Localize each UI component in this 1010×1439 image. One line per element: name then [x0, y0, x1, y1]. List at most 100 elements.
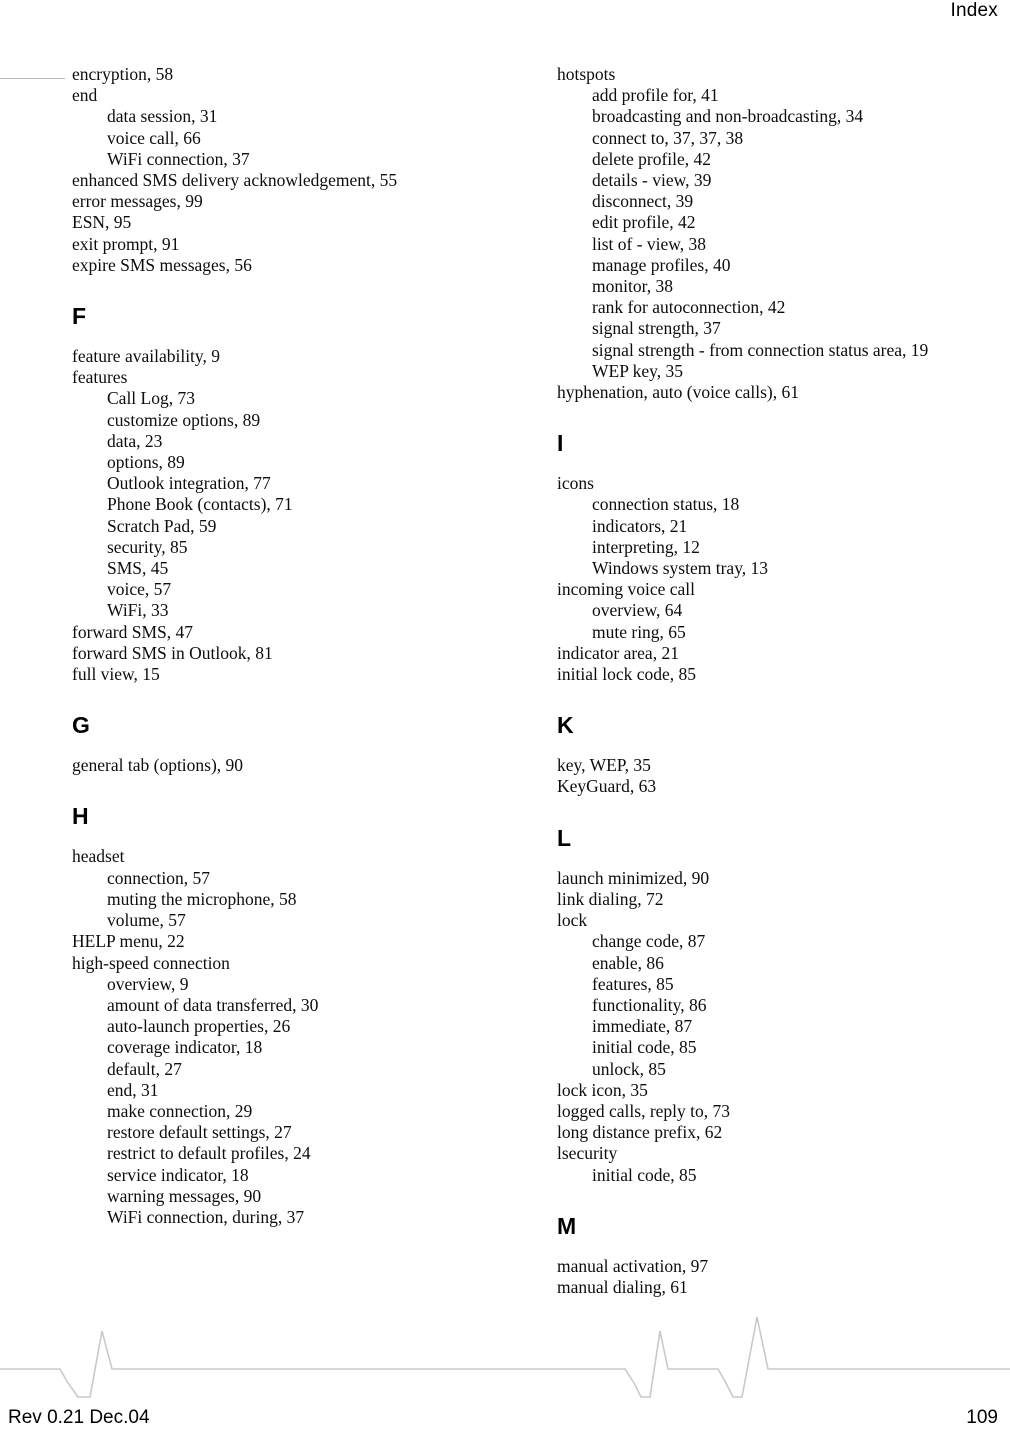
index-subentry: volume, 57	[107, 910, 186, 931]
index-subentry: default, 27	[107, 1058, 182, 1079]
index-column-left: encryption, 58 end data session, 31 voice c…	[72, 64, 512, 1228]
index-entry: lock	[557, 910, 588, 931]
index-subentry: manage profiles, 40	[592, 254, 731, 275]
index-subentry: warning messages, 90	[107, 1185, 262, 1206]
index-subentry: muting the microphone, 58	[107, 888, 297, 909]
index-subentry: Windows system tray, 13	[592, 558, 769, 579]
index-entry: initial lock code, 85	[557, 664, 696, 685]
index-section: hotspots add profile for, 41 broadcasting …	[557, 64, 997, 403]
index-entry: ESN, 95	[72, 212, 132, 233]
section-letter-g: G	[72, 712, 90, 739]
index-entry: lsecurity	[557, 1143, 618, 1164]
index-entry: manual dialing, 61	[557, 1276, 688, 1297]
page-number: 109	[966, 1407, 998, 1428]
index-entry: KeyGuard, 63	[557, 776, 657, 797]
index-subentry: end, 31	[107, 1079, 159, 1100]
index-subentry: customize options, 89	[107, 409, 261, 430]
index-subentry: broadcasting and non-broadcasting, 34	[592, 106, 864, 127]
index-subentry: security, 85	[107, 536, 188, 557]
index-subentry: connection status, 18	[592, 494, 740, 515]
index-subentry: overview, 9	[107, 973, 189, 994]
index-subentry: initial code, 85	[592, 1037, 697, 1058]
index-entry: encryption, 58	[72, 64, 174, 84]
index-subentry: voice call, 66	[107, 127, 201, 148]
index-subentry: coverage indicator, 18	[107, 1037, 263, 1058]
index-subentry: delete profile, 42	[592, 148, 712, 169]
index-entry: long distance prefix, 62	[557, 1122, 723, 1143]
index-section: Mmanual activation, 97 manual dialing, 61	[557, 1214, 997, 1298]
index-entry: manual activation, 97	[557, 1255, 709, 1276]
index-entry: high-speed connection	[72, 952, 230, 973]
index-subentry: monitor, 38	[592, 276, 673, 297]
index-subentry: enable, 86	[592, 952, 664, 973]
index-entry: general tab (options), 90	[72, 755, 244, 776]
index-subentry: restore default settings, 27	[107, 1122, 292, 1143]
index-subentry: amount of data transferred, 30	[107, 994, 319, 1015]
index-subentry: WEP key, 35	[592, 360, 684, 381]
index-subentry: interpreting, 12	[592, 536, 700, 557]
index-section: Llaunch minimized, 90 link dialing, 72 loc…	[557, 824, 997, 1186]
index-subentry: service indicator, 18	[107, 1164, 249, 1185]
page-header: Index	[0, 0, 1010, 30]
index-subentry: indicators, 21	[592, 515, 688, 536]
index-entry: error messages, 99	[72, 191, 203, 212]
index-entry: incoming voice call	[557, 579, 696, 600]
index-section: Ggeneral tab (options), 90	[72, 714, 512, 776]
index-subentry: disconnect, 39	[592, 191, 694, 212]
page-title: Index	[950, 0, 998, 21]
index-subentry: features, 85	[592, 973, 674, 994]
index-subentry: Outlook integration, 77	[107, 473, 271, 494]
index-subentry: functionality, 86	[592, 994, 707, 1015]
index-entry: forward SMS, 47	[72, 621, 194, 642]
index-subentry: options, 89	[107, 452, 185, 473]
index-entry: exit prompt, 91	[72, 233, 180, 254]
index-subentry: WiFi connection, 37	[107, 148, 250, 169]
decorative-waveform	[0, 1316, 1010, 1398]
index-subentry: Phone Book (contacts), 71	[107, 494, 293, 515]
index-entry: enhanced SMS delivery acknowledgement, 5…	[72, 170, 398, 191]
index-entry: features	[72, 367, 128, 388]
index-section: encryption, 58 end data session, 31 voice c…	[72, 64, 512, 276]
index-subentry: voice, 57	[107, 579, 172, 600]
index-entry: indicator area, 21	[557, 642, 679, 663]
index-entry: HELP menu, 22	[72, 931, 185, 952]
index-entry: logged calls, reply to, 73	[557, 1100, 731, 1121]
index-entry: headset	[72, 846, 125, 867]
index-entry: launch minimized, 90	[557, 867, 710, 888]
index-subentry: list of - view, 38	[592, 233, 707, 254]
index-entry: hyphenation, auto (voice calls), 61	[557, 382, 800, 403]
index-subentry: rank for autoconnection, 42	[592, 297, 786, 318]
index-subentry: data, 23	[107, 430, 163, 451]
index-subentry: add profile for, 41	[592, 85, 719, 106]
index-entry: key, WEP, 35	[557, 755, 651, 776]
index-subentry: make connection, 29	[107, 1100, 253, 1121]
index-subentry: immediate, 87	[592, 1016, 693, 1037]
section-letter-l: L	[557, 824, 572, 851]
index-column-right: hotspots add profile for, 41 broadcasting …	[557, 64, 997, 1298]
index-subentry: connect to, 37, 37, 38	[592, 127, 744, 148]
index-entry: icons	[557, 473, 594, 494]
index-subentry: overview, 64	[592, 600, 683, 621]
index-section: Iicons connection status, 18 indicators, 2…	[557, 432, 997, 685]
index-subentry: edit profile, 42	[592, 212, 696, 233]
index-entry: feature availability, 9	[72, 346, 221, 367]
index-entry: expire SMS messages, 56	[72, 254, 252, 275]
index-subentry: WiFi, 33	[107, 600, 169, 621]
index-section: Hheadset connection, 57 muting the microph…	[72, 805, 512, 1228]
index-subentry: signal strength, 37	[592, 318, 721, 339]
index-subentry: change code, 87	[592, 931, 706, 952]
index-subentry: details - view, 39	[592, 170, 712, 191]
index-subentry: signal strength - from connection status…	[592, 339, 929, 360]
index-subentry: initial code, 85	[592, 1164, 697, 1185]
section-letter-f: F	[72, 303, 87, 330]
revision-label: Rev 0.21 Dec.04	[8, 1407, 150, 1428]
index-entry: lock icon, 35	[557, 1079, 648, 1100]
index-entry: forward SMS in Outlook, 81	[72, 642, 273, 663]
index-section: Ffeature availability, 9 features Call Log…	[72, 305, 512, 685]
section-letter-k: K	[557, 712, 574, 739]
index-entry: full view, 15	[72, 664, 160, 685]
index-subentry: SMS, 45	[107, 558, 169, 579]
section-letter-h: H	[72, 803, 89, 830]
index-entry: link dialing, 72	[557, 888, 664, 909]
index-subentry: data session, 31	[107, 106, 218, 127]
